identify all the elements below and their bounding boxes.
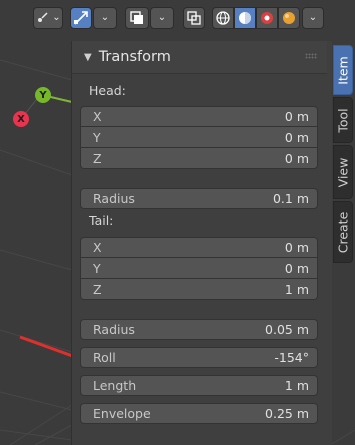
tab-item[interactable]: Item bbox=[333, 45, 353, 95]
overlay-dropdown[interactable]: ⌄ bbox=[150, 7, 174, 29]
material-shading-button[interactable] bbox=[256, 7, 278, 29]
overlay-icon bbox=[130, 11, 143, 24]
field-label: Z bbox=[93, 281, 102, 297]
gizmo-y-label: Y bbox=[39, 89, 47, 101]
tab-label: Item bbox=[335, 55, 351, 85]
overlay-toggle-button[interactable] bbox=[125, 7, 149, 29]
field-value: 0 m bbox=[284, 260, 309, 276]
field-value: 0 m bbox=[284, 109, 309, 124]
xray-icon bbox=[187, 11, 201, 25]
field-label: Roll bbox=[93, 350, 116, 365]
tail-z-field[interactable]: Z 1 m bbox=[80, 279, 318, 300]
tab-view[interactable]: View bbox=[333, 145, 353, 199]
field-value: 1 m bbox=[284, 378, 309, 393]
sidebar-tabs: Item Tool View Create bbox=[331, 41, 355, 271]
rendered-shading-icon bbox=[283, 12, 295, 24]
envelope-field[interactable]: Envelope 0.25 m bbox=[80, 403, 318, 424]
field-value: 0.05 m bbox=[265, 322, 309, 337]
roll-field[interactable]: Roll -154° bbox=[80, 347, 318, 368]
head-x-field[interactable]: X 0 m bbox=[80, 106, 318, 127]
rendered-shading-button[interactable] bbox=[278, 7, 300, 29]
pivot-point-dropdown[interactable]: ⌄ bbox=[33, 7, 63, 29]
collapse-triangle-icon: ▼ bbox=[84, 51, 92, 63]
field-label: Y bbox=[93, 260, 101, 276]
chevron-down-icon: ⌄ bbox=[52, 12, 61, 23]
bone-line bbox=[19, 335, 79, 360]
solid-shading-icon bbox=[239, 12, 251, 24]
chevron-down-icon: ⌄ bbox=[308, 12, 318, 23]
tab-label: View bbox=[335, 157, 351, 187]
gizmo-x-label: X bbox=[17, 113, 25, 125]
field-label: Length bbox=[93, 378, 137, 393]
field-label: Envelope bbox=[93, 406, 151, 421]
field-value: 0 m bbox=[284, 150, 309, 166]
length-field[interactable]: Length 1 m bbox=[80, 375, 318, 396]
chevron-down-icon: ⌄ bbox=[157, 12, 167, 23]
head-radius-field[interactable]: Radius 0.1 m bbox=[80, 188, 318, 209]
snap-toggle-button[interactable] bbox=[70, 7, 92, 29]
field-label: Y bbox=[93, 129, 101, 145]
drag-grip-icon[interactable] bbox=[305, 53, 317, 59]
panel-title: Transform bbox=[98, 49, 171, 65]
tab-label: Tool bbox=[335, 107, 351, 133]
field-value: -154° bbox=[274, 350, 309, 365]
wireframe-shading-icon bbox=[216, 11, 230, 25]
gizmo-y-axis[interactable]: Y bbox=[35, 87, 51, 103]
wireframe-shading-button[interactable] bbox=[212, 7, 234, 29]
field-value: 1 m bbox=[284, 281, 309, 297]
head-z-field[interactable]: Z 0 m bbox=[80, 148, 318, 169]
field-label: X bbox=[93, 240, 102, 255]
transform-panel-header[interactable]: ▼ Transform bbox=[72, 41, 327, 74]
solid-shading-button[interactable] bbox=[234, 7, 256, 29]
field-label: X bbox=[93, 109, 102, 124]
field-value: 0 m bbox=[284, 129, 309, 145]
field-value: 0.1 m bbox=[272, 191, 309, 206]
material-shading-icon bbox=[261, 12, 273, 24]
chevron-down-icon: ⌄ bbox=[100, 12, 110, 23]
tab-label: Create bbox=[335, 211, 351, 253]
gizmo-x-axis[interactable]: X bbox=[13, 111, 29, 127]
snap-dropdown[interactable]: ⌄ bbox=[93, 7, 117, 29]
transform-pivot-icon bbox=[38, 12, 48, 22]
viewport-header-toolbar: ⌄ ⌄ ⌄ ⌄ bbox=[0, 0, 355, 38]
tail-radius-field[interactable]: Radius 0.05 m bbox=[80, 319, 318, 340]
field-label: Z bbox=[93, 150, 102, 166]
field-value: 0 m bbox=[284, 240, 309, 255]
field-label: Radius bbox=[93, 191, 135, 206]
tail-y-field[interactable]: Y 0 m bbox=[80, 258, 318, 279]
head-y-field[interactable]: Y 0 m bbox=[80, 127, 318, 148]
tail-x-field[interactable]: X 0 m bbox=[80, 237, 318, 258]
tab-create[interactable]: Create bbox=[333, 201, 353, 263]
tab-tool[interactable]: Tool bbox=[333, 97, 353, 143]
xray-toggle-button[interactable] bbox=[183, 7, 205, 29]
field-value: 0.25 m bbox=[265, 406, 309, 421]
sidebar-panel: ▼ Transform Head: X 0 m Y 0 m Z 0 m Radi… bbox=[71, 41, 332, 445]
field-label: Radius bbox=[93, 322, 135, 337]
snap-icon bbox=[74, 11, 88, 25]
tail-label: Tail: bbox=[89, 213, 114, 228]
shading-dropdown[interactable]: ⌄ bbox=[302, 7, 324, 29]
head-label: Head: bbox=[89, 83, 126, 98]
